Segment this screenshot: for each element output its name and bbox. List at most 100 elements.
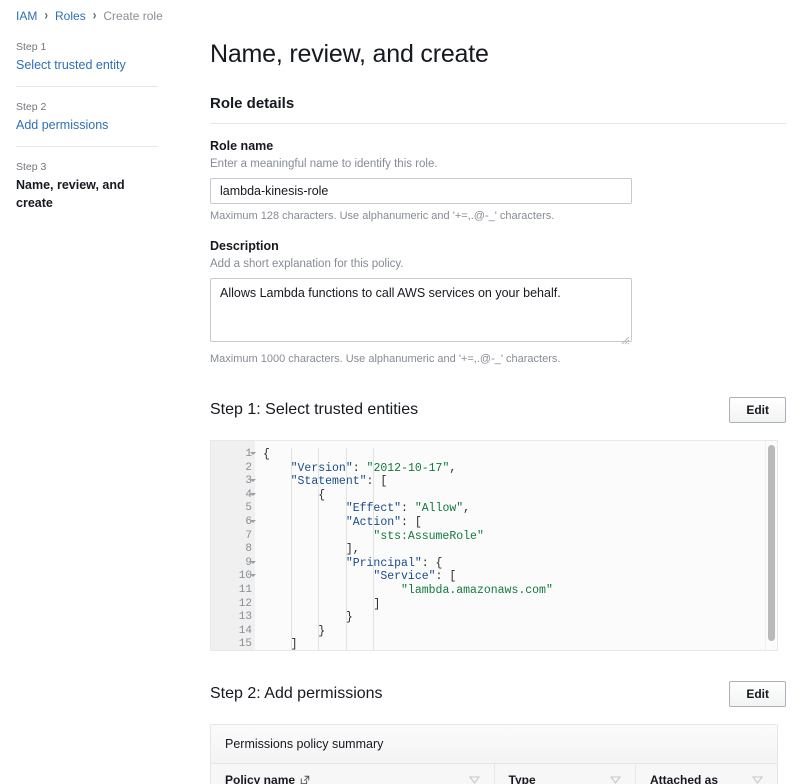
breadcrumb-separator-icon: › [44,9,48,23]
code-token-key: "Service" [373,570,435,583]
code-line-number: 10 [211,570,255,584]
role-name-label: Role name [210,138,786,155]
step-nav-item-1[interactable]: Step 1 Select trusted entity [16,40,158,86]
table-header-row: Policy name [211,764,777,784]
trust-policy-code-editor[interactable]: 123456789101112131415 { "Version": "2012… [210,440,778,651]
step-2-kicker: Step 2 [16,100,158,115]
breadcrumb-item-create-role: Create role [103,9,162,23]
page-title: Name, review, and create [210,0,786,70]
code-token-pun: , [449,462,456,475]
role-name-field-group: Role name Enter a meaningful name to ide… [210,124,786,224]
role-details-heading: Role details [210,70,786,114]
code-indent-guide [318,448,319,651]
main-content: Name, review, and create Role details Ro… [210,0,786,784]
code-indent-guide [346,448,347,651]
code-token-pun: : [401,502,415,515]
code-line-number: 8 [211,543,255,557]
code-line: "Effect": "Allow", [263,502,777,516]
role-name-footnote: Maximum 128 characters. Use alphanumeric… [210,209,786,224]
code-line-number: 9 [211,557,255,571]
description-field-group: Description Add a short explanation for … [210,224,786,367]
code-line-number: 12 [211,598,255,612]
breadcrumb: IAM › Roles › Create role [16,9,163,23]
step1-edit-button[interactable]: Edit [729,397,786,423]
column-header-type[interactable]: Type [494,764,636,784]
step1-review-title: Step 1: Select trusted entities [210,399,418,421]
code-line: "Version": "2012-10-17", [263,462,777,476]
sort-icon-policy-name[interactable] [469,776,480,784]
column-header-policy-name[interactable]: Policy name [211,764,494,784]
code-token-str: "2012-10-17" [367,462,450,475]
code-token-pun: } [318,625,325,638]
code-scrollbar-thumb[interactable] [768,445,775,641]
code-line-number: 1 [211,448,255,462]
code-line: "lambda.amazonaws.com" [263,584,777,598]
code-line: { [263,448,777,462]
description-textarea[interactable]: Allows Lambda functions to call AWS serv… [210,278,632,342]
code-token-pun: : [ [436,570,457,583]
code-line: } [263,625,777,639]
code-scrollbar-track[interactable] [765,441,777,650]
code-token-pun: ], [346,543,360,556]
step-1-label[interactable]: Select trusted entity [16,56,158,74]
code-token-pun: : [353,462,367,475]
description-hint: Add a short explanation for this policy. [210,256,786,272]
code-line-number: 11 [211,584,255,598]
description-textarea-wrap: Allows Lambda functions to call AWS serv… [210,272,632,347]
external-link-icon[interactable] [300,775,310,784]
step-nav-item-3[interactable]: Step 3 Name, review, and create [16,146,158,224]
code-token-str: "sts:AssumeRole" [373,530,483,543]
permissions-policy-table: Policy name [211,764,777,784]
step-2-label[interactable]: Add permissions [16,116,158,134]
sort-icon-type[interactable] [610,776,621,784]
iam-create-role-page: IAM › Roles › Create role Step 1 Select … [0,0,800,784]
permissions-policy-panel: Permissions policy summary Policy name [210,724,778,784]
permissions-policy-summary-title: Permissions policy summary [211,725,777,764]
code-token-pun: { [318,489,325,502]
code-gutter: 123456789101112131415 [211,441,255,650]
step-3-label: Name, review, and create [16,176,158,212]
role-name-input[interactable] [210,178,632,204]
code-token-key: "Version" [291,462,353,475]
step-nav-item-2[interactable]: Step 2 Add permissions [16,86,158,146]
column-header-attached-as-label: Attached as [650,773,718,784]
code-line: "Statement": [ [263,475,777,489]
role-name-hint: Enter a meaningful name to identify this… [210,156,786,172]
breadcrumb-item-iam[interactable]: IAM [16,9,37,23]
code-line-number: 4 [211,489,255,503]
description-footnote: Maximum 1000 characters. Use alphanumeri… [210,352,786,367]
description-label: Description [210,238,786,255]
code-token-pun: ] [291,638,298,651]
code-token-str: "lambda.amazonaws.com" [401,584,553,597]
breadcrumb-item-roles[interactable]: Roles [55,9,86,23]
step2-edit-button[interactable]: Edit [729,681,786,707]
code-line-number: 2 [211,462,255,476]
code-token-key: "Principal" [346,557,422,570]
sort-icon-attached-as[interactable] [752,776,763,784]
step2-review-header: Step 2: Add permissions Edit [210,651,786,707]
code-line: "Action": [ [263,516,777,530]
code-token-key: "Statement" [291,475,367,488]
code-token-pun: ] [373,598,380,611]
column-header-policy-name-label: Policy name [225,773,295,784]
code-line-number: 13 [211,611,255,625]
code-indent-guide [373,448,374,651]
code-line-number: 5 [211,502,255,516]
code-line: "Principal": { [263,557,777,571]
step-1-kicker: Step 1 [16,40,158,55]
code-line: "sts:AssumeRole" [263,530,777,544]
code-token-pun: : [ [401,516,422,529]
step-3-kicker: Step 3 [16,160,158,175]
code-line: "Service": [ [263,570,777,584]
column-header-attached-as[interactable]: Attached as [636,764,778,784]
code-line-number: 15 [211,638,255,651]
code-token-pun: , [463,502,470,515]
code-line: ] [263,598,777,612]
code-line-number: 14 [211,625,255,639]
code-token-pun: { [263,448,270,461]
code-token-pun: } [346,611,353,624]
code-token-str: "Allow" [415,502,463,515]
code-content[interactable]: { "Version": "2012-10-17", "Statement": … [255,441,777,650]
code-line: ] [263,638,777,651]
code-line-number: 3 [211,475,255,489]
